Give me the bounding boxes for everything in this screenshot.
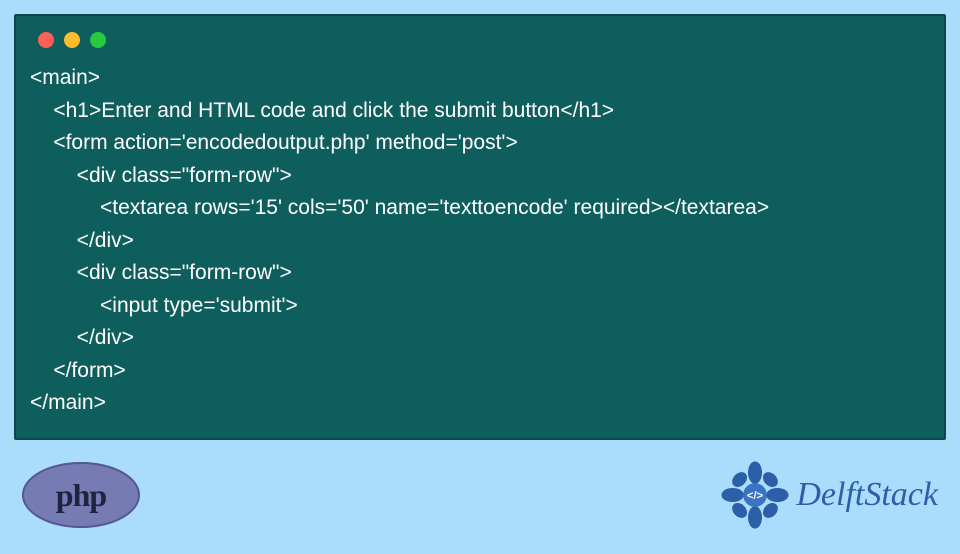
delftstack-badge-icon: </> — [720, 460, 790, 530]
php-logo: php — [22, 462, 140, 528]
maximize-icon — [90, 32, 106, 48]
code-block: <main> <h1>Enter and HTML code and click… — [14, 14, 946, 440]
delftstack-text: DelftStack — [796, 476, 938, 514]
footer: php — [0, 450, 960, 540]
window-controls — [38, 32, 930, 48]
code-content: <main> <h1>Enter and HTML code and click… — [30, 62, 930, 420]
delftstack-badge-text: </> — [747, 490, 764, 502]
delftstack-logo: </> DelftStack — [720, 460, 938, 530]
close-icon — [38, 32, 54, 48]
php-logo-text: php — [56, 477, 106, 514]
minimize-icon — [64, 32, 80, 48]
